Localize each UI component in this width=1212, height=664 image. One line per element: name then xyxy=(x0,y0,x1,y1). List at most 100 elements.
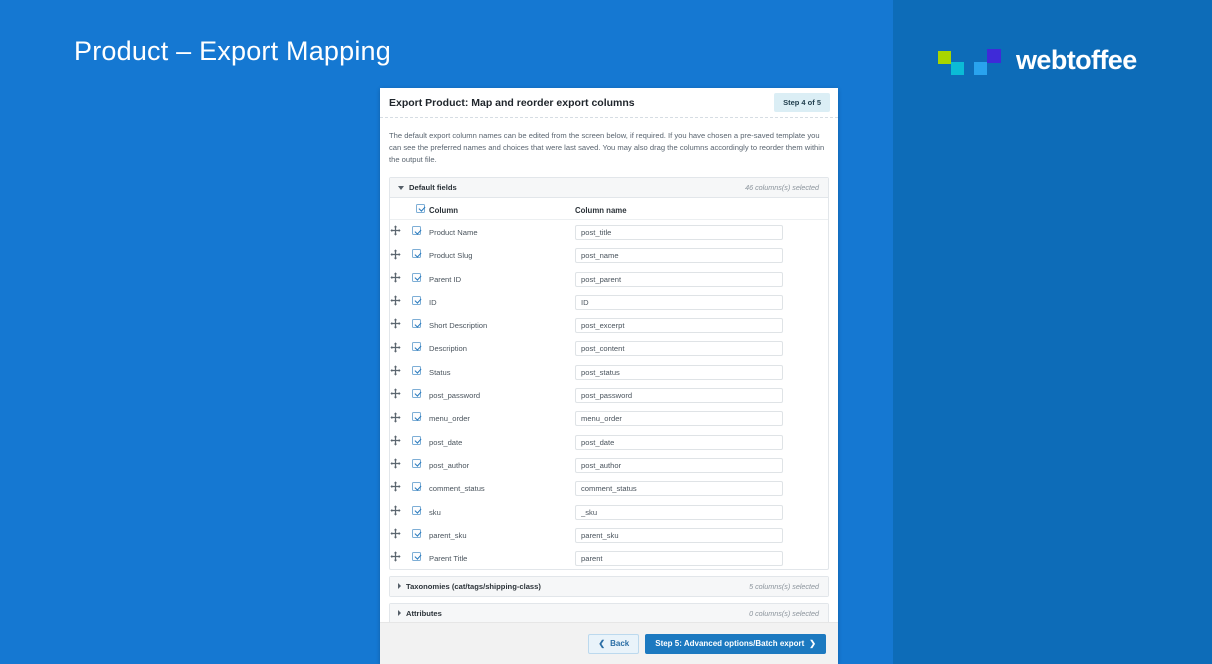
attributes-header[interactable]: Attributes 0 columns(s) selected xyxy=(390,603,828,622)
row-handle-cell xyxy=(390,336,412,359)
drag-handle-icon[interactable] xyxy=(390,481,401,493)
row-checkbox-cell xyxy=(412,476,429,499)
row-checkbox-cell xyxy=(412,312,429,335)
row-column-cell: Description xyxy=(429,336,575,359)
row-column-name-cell xyxy=(575,312,828,335)
row-column-name-cell xyxy=(575,406,828,429)
column-name-input[interactable] xyxy=(575,481,783,497)
export-mapping-card: Export Product: Map and reorder export c… xyxy=(380,88,838,664)
column-name-input[interactable] xyxy=(575,225,783,241)
drag-handle-icon[interactable] xyxy=(390,318,401,329)
column-name-input[interactable] xyxy=(575,551,783,567)
drag-handle-icon[interactable] xyxy=(390,505,401,516)
row-checkbox[interactable] xyxy=(412,458,421,468)
default-fields-header[interactable]: Default fields 46 columns(s) selected xyxy=(390,178,828,199)
row-checkbox-cell xyxy=(412,522,429,545)
row-checkbox[interactable] xyxy=(412,249,421,259)
drag-handle-icon[interactable] xyxy=(390,388,401,399)
row-checkbox[interactable] xyxy=(412,295,421,305)
table-row: ID xyxy=(390,289,828,312)
default-fields-label: Default fields xyxy=(409,183,457,193)
page-title: Product – Export Mapping xyxy=(74,36,391,66)
row-checkbox-cell xyxy=(412,429,429,452)
card-footer: ❮ Back Step 5: Advanced options/Batch ex… xyxy=(380,622,838,664)
column-name-input[interactable] xyxy=(575,294,783,310)
row-column-cell: Status xyxy=(429,359,575,382)
column-name-input[interactable] xyxy=(575,504,783,520)
column-name-input[interactable] xyxy=(575,271,783,287)
next-step-button-label: Step 5: Advanced options/Batch export xyxy=(655,639,805,648)
drag-handle-icon[interactable] xyxy=(390,272,401,283)
row-checkbox[interactable] xyxy=(412,412,421,422)
row-checkbox[interactable] xyxy=(412,435,421,445)
taxonomies-count: 5 columns(s) selected xyxy=(749,581,819,591)
row-checkbox[interactable] xyxy=(412,482,421,492)
column-name-input[interactable] xyxy=(575,341,783,357)
drag-handle-icon[interactable] xyxy=(390,295,401,306)
row-column-cell: sku xyxy=(429,499,575,522)
row-checkbox[interactable] xyxy=(412,272,421,282)
chevron-right-icon[interactable] xyxy=(398,610,401,617)
row-checkbox-cell xyxy=(412,266,429,289)
column-name-input[interactable] xyxy=(575,364,783,380)
drag-handle-icon[interactable] xyxy=(390,225,401,237)
row-checkbox[interactable] xyxy=(412,365,421,375)
column-name-input[interactable] xyxy=(575,248,783,264)
column-name-header-cell: Column name xyxy=(575,198,828,219)
row-checkbox[interactable] xyxy=(412,389,421,399)
row-column-name-cell xyxy=(575,522,828,545)
back-button-label: Back xyxy=(610,639,630,648)
column-header-label: Column xyxy=(429,205,459,215)
row-checkbox-cell xyxy=(412,382,429,405)
column-name-input[interactable] xyxy=(575,411,783,427)
drag-handle-icon[interactable] xyxy=(390,411,401,423)
drag-handle-icon[interactable] xyxy=(390,528,401,539)
row-checkbox[interactable] xyxy=(412,505,421,515)
column-name-input[interactable] xyxy=(575,388,783,404)
table-row: Short Description xyxy=(390,312,828,335)
row-checkbox[interactable] xyxy=(412,342,421,352)
drag-handle-icon[interactable] xyxy=(390,551,401,562)
row-column-cell: Product Name xyxy=(429,219,575,242)
taxonomies-label: Taxonomies (cat/tags/shipping-class) xyxy=(406,581,541,591)
row-checkbox[interactable] xyxy=(412,528,421,538)
row-column-label: parent_sku xyxy=(429,530,467,540)
logo-square-blue-icon xyxy=(974,62,987,75)
row-handle-cell xyxy=(390,452,412,475)
row-column-name-cell xyxy=(575,499,828,522)
next-step-button[interactable]: Step 5: Advanced options/Batch export ❯ xyxy=(645,633,826,654)
back-button[interactable]: ❮ Back xyxy=(588,633,640,654)
select-all-checkbox[interactable] xyxy=(416,203,425,213)
row-handle-cell xyxy=(390,266,412,289)
column-name-input[interactable] xyxy=(575,457,783,473)
row-checkbox[interactable] xyxy=(412,226,421,236)
column-name-input[interactable] xyxy=(575,318,783,334)
row-column-name-cell xyxy=(575,476,828,499)
row-column-label: post_date xyxy=(429,437,463,447)
taxonomies-header[interactable]: Taxonomies (cat/tags/shipping-class) 5 c… xyxy=(390,576,828,596)
row-column-label: sku xyxy=(429,507,441,517)
drag-handle-icon[interactable] xyxy=(390,458,401,469)
row-column-cell: post_date xyxy=(429,429,575,452)
default-fields-count: 46 columns(s) selected xyxy=(745,183,819,193)
card-title: Export Product: Map and reorder export c… xyxy=(389,96,635,109)
chevron-right-icon[interactable] xyxy=(398,583,401,590)
chevron-down-icon[interactable] xyxy=(398,185,404,190)
row-handle-cell xyxy=(390,545,412,568)
row-handle-cell xyxy=(390,499,412,522)
column-name-input[interactable] xyxy=(575,527,783,543)
drag-handle-icon[interactable] xyxy=(390,342,401,353)
row-column-name-cell xyxy=(575,429,828,452)
row-column-label: post_author xyxy=(429,460,470,470)
row-column-name-cell xyxy=(575,382,828,405)
drag-handle-icon[interactable] xyxy=(390,365,401,376)
row-checkbox[interactable] xyxy=(412,552,421,562)
drag-handle-icon[interactable] xyxy=(390,435,401,446)
column-name-input[interactable] xyxy=(575,434,783,450)
row-column-cell: Product Slug xyxy=(429,243,575,266)
row-checkbox[interactable] xyxy=(412,319,421,329)
table-row: Product Slug xyxy=(390,243,828,266)
row-checkbox-cell xyxy=(412,499,429,522)
intro-text: The default export column names can be e… xyxy=(389,131,825,164)
drag-handle-icon[interactable] xyxy=(390,248,401,260)
